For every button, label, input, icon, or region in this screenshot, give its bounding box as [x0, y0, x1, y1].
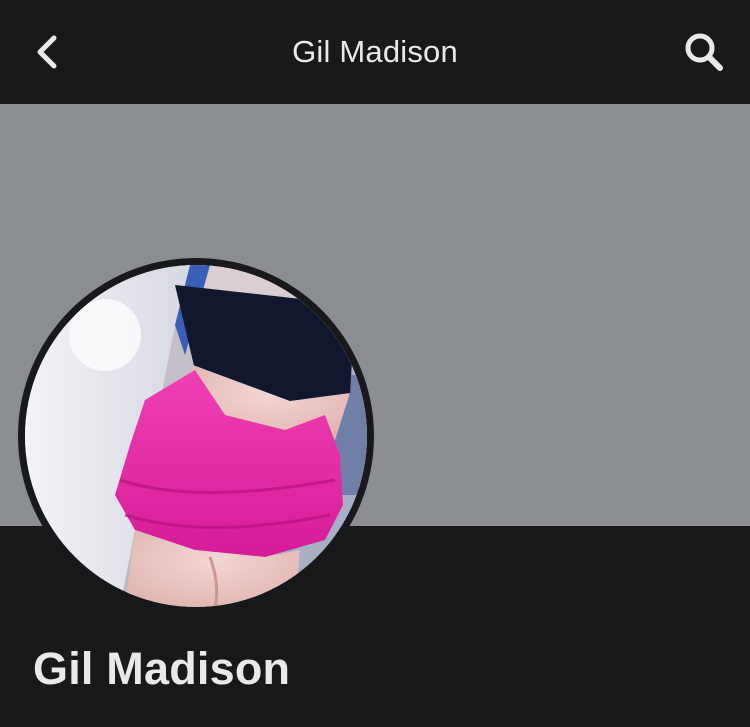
profile-name: Gil Madison [33, 643, 291, 694]
header-title: Gil Madison [292, 34, 458, 69]
search-icon [685, 33, 723, 71]
top-navigation-bar: Gil Madison [0, 0, 750, 104]
profile-page: Gil Madison Gil Madison [0, 0, 750, 727]
search-button[interactable] [676, 24, 732, 80]
profile-photo [25, 265, 367, 607]
profile-avatar[interactable] [18, 258, 374, 614]
